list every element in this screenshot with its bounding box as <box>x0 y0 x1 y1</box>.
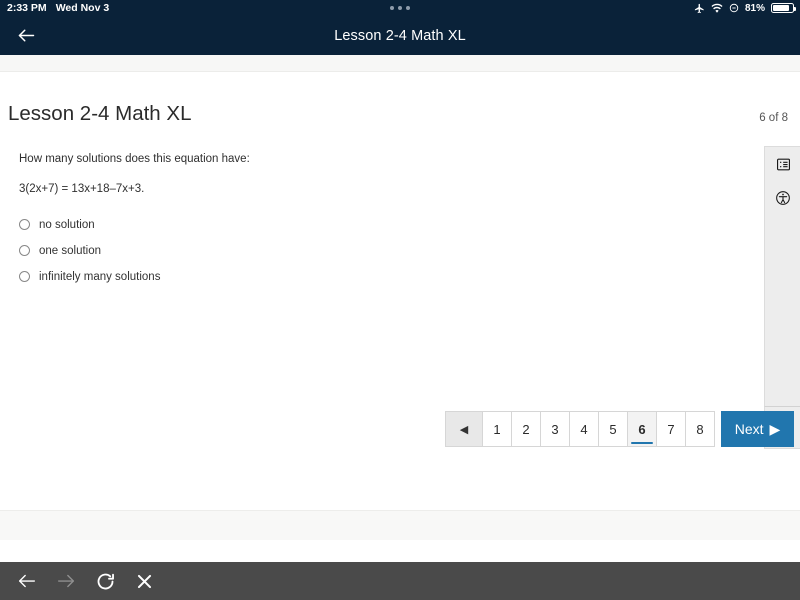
lesson-page: Lesson 2-4 Math XL 6 of 8 How many solut… <box>0 55 800 560</box>
question-prompt: How many solutions does this equation ha… <box>19 153 250 165</box>
pagination-prev-button[interactable]: ◀ <box>445 411 483 447</box>
dot-icon <box>406 6 410 10</box>
tool-rail <box>764 146 800 406</box>
close-icon <box>137 574 151 588</box>
do-not-disturb-icon <box>729 3 739 13</box>
browser-back-button[interactable] <box>14 568 40 594</box>
status-bar-right: 81% <box>694 2 796 14</box>
answer-choice-label: one solution <box>39 244 102 257</box>
pagination-page-7[interactable]: 7 <box>657 411 686 447</box>
pagination-page-6[interactable]: 6 <box>628 411 657 447</box>
page-bottom-strip <box>0 510 800 540</box>
dot-icon <box>398 6 402 10</box>
page-top-strip <box>0 55 800 72</box>
pagination-page-1[interactable]: 1 <box>483 411 512 447</box>
forward-arrow-icon <box>57 574 75 588</box>
answer-choice[interactable]: one solution <box>19 238 719 264</box>
multitask-indicator <box>0 6 800 10</box>
accessibility-button[interactable] <box>765 181 800 215</box>
radio-button-icon[interactable] <box>19 271 30 283</box>
radio-button-icon[interactable] <box>19 219 30 231</box>
battery-percent: 81% <box>744 2 765 14</box>
pagination-page-5[interactable]: 5 <box>599 411 628 447</box>
airplane-mode-icon <box>694 3 705 14</box>
wifi-icon <box>711 3 723 14</box>
pagination-page-2[interactable]: 2 <box>512 411 541 447</box>
answer-choice[interactable]: infinitely many solutions <box>19 264 719 290</box>
status-bar: 2:33 PM Wed Nov 3 81% <box>0 0 800 16</box>
header-back-button[interactable] <box>12 22 40 50</box>
answer-choice-label: infinitely many solutions <box>39 270 161 283</box>
question-counter: 6 of 8 <box>759 112 788 124</box>
battery-icon <box>771 3 796 13</box>
pagination: ◀ 1 2 3 4 5 6 7 8 Next ▶ <box>445 411 794 447</box>
reload-icon <box>97 573 114 589</box>
next-button[interactable]: Next ▶ <box>721 411 794 447</box>
question-equation: 3(2x+7) = 13x+18–7x+3. <box>19 182 145 195</box>
tablet-screen: 2:33 PM Wed Nov 3 81% Lesson 2-4 Math XL… <box>0 0 800 600</box>
browser-close-button[interactable] <box>131 568 157 594</box>
back-arrow-icon <box>18 29 34 42</box>
answer-choice-list: no solution one solution infinitely many… <box>19 212 719 290</box>
pagination-page-3[interactable]: 3 <box>541 411 570 447</box>
browser-reload-button[interactable] <box>92 568 118 594</box>
browser-forward-button[interactable] <box>53 568 79 594</box>
next-button-label: Next <box>734 421 764 437</box>
header-title: Lesson 2-4 Math XL <box>334 27 466 44</box>
radio-button-icon[interactable] <box>19 245 30 257</box>
pagination-page-8[interactable]: 8 <box>686 411 715 447</box>
answer-choice-label: no solution <box>39 218 95 231</box>
browser-toolbar <box>0 562 800 600</box>
accessibility-icon <box>776 191 790 205</box>
back-arrow-icon <box>18 574 36 588</box>
question-list-button[interactable] <box>765 147 800 181</box>
app-header: Lesson 2-4 Math XL <box>0 16 800 55</box>
answer-choice[interactable]: no solution <box>19 212 719 238</box>
next-arrow-icon: ▶ <box>769 420 781 437</box>
dot-icon <box>390 6 394 10</box>
question-list-icon <box>776 158 790 170</box>
pagination-page-4[interactable]: 4 <box>570 411 599 447</box>
question-body: How many solutions does this equation ha… <box>19 152 719 290</box>
page-title: Lesson 2-4 Math XL <box>8 102 192 125</box>
